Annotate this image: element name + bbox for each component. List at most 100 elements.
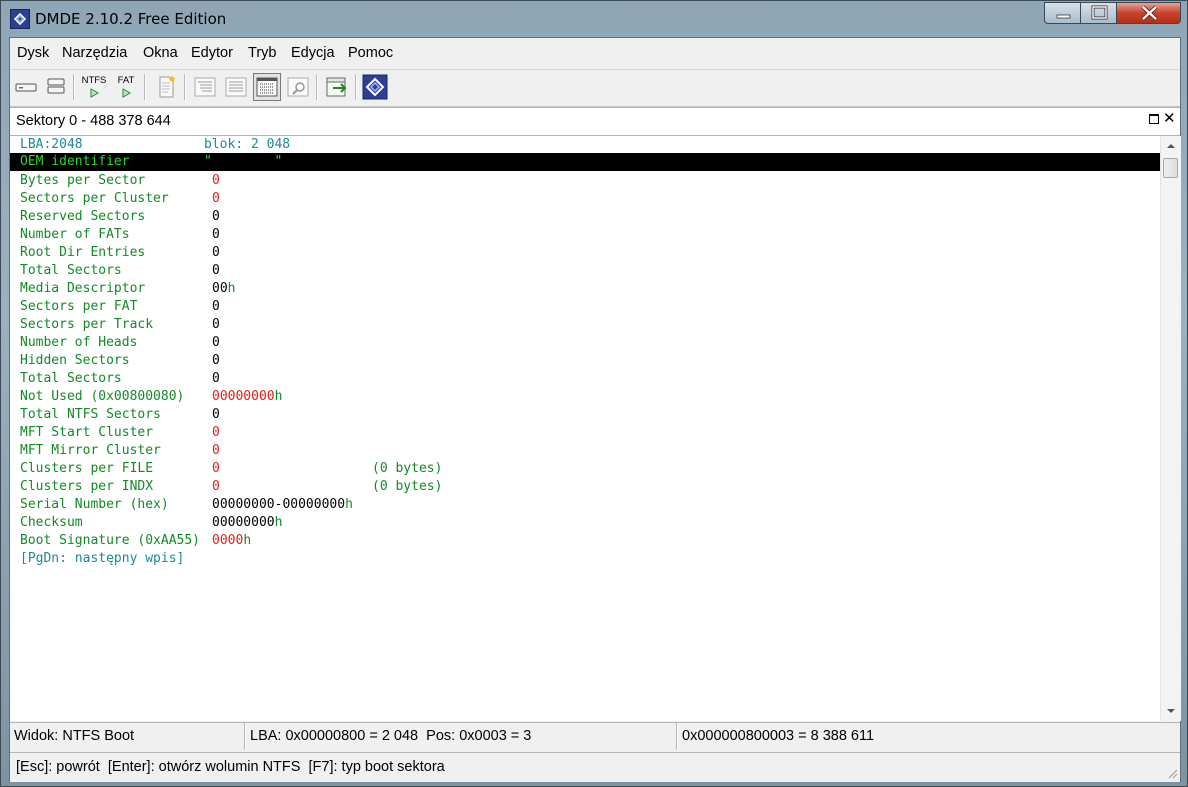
field-label: Hidden Sectors (20, 353, 130, 368)
field-extra: (0 bytes) (372, 479, 443, 494)
selected-row[interactable]: OEM identifier " " (10, 153, 1160, 171)
toolbar-separator (144, 74, 146, 100)
maximize-icon (1091, 5, 1108, 20)
field-value[interactable]: 0 (212, 190, 220, 208)
disk-select-button[interactable] (12, 73, 40, 101)
field-value-number: 0 (212, 461, 220, 476)
minimize-button[interactable] (1044, 2, 1081, 24)
field-label: Not Used (0x00800080) (20, 389, 185, 404)
field-value[interactable]: 0 (212, 244, 220, 262)
title-bar[interactable]: DMDE 2.10.2 Free Edition (1, 1, 1187, 37)
field-value-number: 0 (212, 227, 220, 242)
field-value[interactable]: 0 (212, 316, 220, 334)
fat-search-button[interactable]: FAT (112, 73, 140, 101)
field-value[interactable]: 0 (212, 334, 220, 352)
field-value[interactable]: 0 (212, 442, 220, 460)
vertical-scrollbar[interactable] (1160, 136, 1181, 721)
sectors-panel-header: Sektory 0 - 488 378 644 ✕ (10, 107, 1180, 136)
new-file-button[interactable] (152, 73, 180, 101)
field-extra: (0 bytes) (372, 461, 443, 476)
field-value-suffix: h (345, 497, 353, 512)
field-value-number: 0 (212, 443, 220, 458)
oem-identifier-value[interactable]: " " (204, 153, 282, 171)
disk-icon (15, 83, 37, 92)
resize-grip-icon[interactable] (1166, 767, 1178, 779)
template-editor[interactable]: LBA:2048 blok: 2 048 OEM identifier " " … (10, 136, 1160, 721)
close-button[interactable] (1116, 2, 1181, 24)
menu-edytor[interactable]: Edytor (191, 45, 233, 61)
play-icon (122, 88, 132, 98)
template-view-button[interactable] (253, 73, 281, 101)
panel-maximize-icon[interactable] (1149, 114, 1159, 124)
field-value-suffix: h (243, 533, 252, 548)
tree-view-button[interactable] (191, 73, 219, 101)
field-value[interactable]: 0 (212, 406, 220, 424)
scroll-thumb[interactable] (1163, 158, 1178, 178)
field-value-suffix: h (274, 389, 283, 404)
field-value[interactable]: 0 (212, 208, 220, 226)
status-divider (676, 723, 678, 750)
field-value-number: 0 (212, 209, 220, 224)
field-value[interactable]: 0 (212, 262, 220, 280)
menu-okna[interactable]: Okna (143, 45, 178, 61)
goto-icon (326, 77, 347, 97)
field-value[interactable]: 00000000-00000000h (212, 496, 353, 514)
play-icon (90, 88, 100, 98)
field-value[interactable]: 0 (212, 460, 220, 478)
menu-pomoc[interactable]: Pomoc (348, 45, 393, 61)
field-label: Clusters per FILE (20, 461, 154, 476)
field-value-number: 0 (212, 479, 220, 494)
ntfs-search-button[interactable]: NTFS (80, 73, 108, 101)
dmde-logo-button[interactable] (361, 73, 389, 101)
field-label: Total Sectors (20, 371, 122, 386)
goto-button[interactable] (323, 73, 351, 101)
partitions-icon (47, 78, 65, 94)
status-view: Widok: NTFS Boot (14, 728, 135, 744)
maximize-button[interactable] (1080, 2, 1117, 24)
field-value[interactable]: 00000000h (212, 514, 282, 532)
field-value[interactable]: 0 (212, 478, 220, 496)
dmde-app-icon[interactable] (10, 9, 30, 29)
toolbar: NTFS FAT (10, 69, 1180, 107)
field-label: MFT Mirror Cluster (20, 443, 161, 458)
menu-edycja[interactable]: Edycja (291, 45, 335, 61)
field-value[interactable]: 0 (212, 352, 220, 370)
window-title: DMDE 2.10.2 Free Edition (35, 10, 227, 28)
partitions-button[interactable] (42, 73, 70, 101)
menu-dysk[interactable]: Dysk (17, 45, 49, 61)
field-value[interactable]: 0000h (212, 532, 251, 550)
client-area: Dysk Narzędzia Okna Edytor Tryb Edycja P… (9, 37, 1181, 782)
field-value-number: 00000000-00000000 (212, 497, 346, 512)
scroll-down-button[interactable] (1161, 701, 1181, 721)
field-value[interactable]: 0 (212, 172, 220, 190)
next-entry-hint[interactable]: [PgDn: następny wpis] (20, 550, 184, 568)
field-value[interactable]: 0 (212, 298, 220, 316)
close-icon (1141, 5, 1158, 21)
field-value-number: 0 (212, 263, 220, 278)
minimize-icon (1056, 14, 1071, 19)
toolbar-separator (316, 74, 318, 100)
dmde-logo-icon (362, 74, 388, 100)
field-value-number: 0 (212, 173, 220, 188)
field-value[interactable]: 0 (212, 424, 220, 442)
field-value[interactable]: 0 (212, 370, 220, 388)
field-value[interactable]: 00000000h (212, 388, 282, 406)
menu-narzedzia[interactable]: Narzędzia (62, 45, 127, 61)
toolbar-separator (355, 74, 357, 100)
search-view-button[interactable] (284, 73, 312, 101)
lba-readout: LBA:2048 (20, 137, 83, 152)
new-document-icon (159, 76, 175, 98)
field-value[interactable]: 00h (212, 280, 235, 298)
chevron-up-icon (1167, 144, 1175, 148)
field-label: Number of Heads (20, 335, 138, 350)
field-value-number: 00000000 (212, 515, 275, 530)
scroll-up-button[interactable] (1161, 136, 1181, 156)
field-value-number: 0 (212, 407, 220, 422)
list-view-button[interactable] (222, 73, 250, 101)
field-value[interactable]: 0 (212, 226, 220, 244)
menu-tryb[interactable]: Tryb (248, 45, 276, 61)
field-label: Checksum (20, 515, 83, 530)
field-value-number: 0 (212, 353, 220, 368)
panel-close-icon[interactable]: ✕ (1163, 109, 1176, 127)
panel-title: Sektory 0 - 488 378 644 (16, 113, 171, 129)
